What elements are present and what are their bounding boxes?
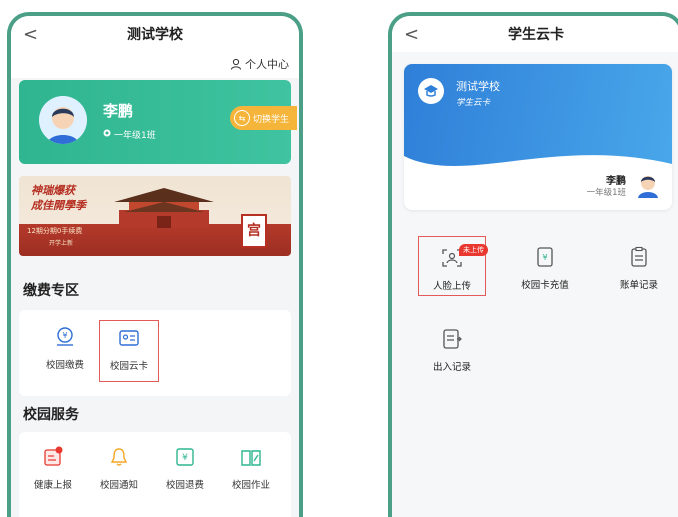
payment-icon: ¥ xyxy=(35,326,95,348)
personal-center-label: 个人中心 xyxy=(245,58,289,71)
payment-item-cloud-card[interactable]: 校园云卡 xyxy=(99,320,159,382)
banner-headline-2: 成佳開學季 xyxy=(31,199,86,212)
bill-icon xyxy=(604,246,674,268)
school-logo-icon xyxy=(418,78,444,104)
banner-sub-text: 开学上新 xyxy=(49,240,74,247)
student-card: 李鹏 一年级1班 ⇆ 切换学生 xyxy=(19,80,297,164)
person-icon xyxy=(230,58,242,70)
homework-book-icon xyxy=(221,446,281,468)
health-report-icon xyxy=(23,446,83,468)
student-name: 李鹏 xyxy=(103,102,134,120)
back-button[interactable]: < xyxy=(404,24,419,45)
id-card-icon xyxy=(100,327,158,349)
personal-center-link[interactable]: 个人中心 xyxy=(230,56,289,72)
page-title: 学生云卡 xyxy=(508,27,564,43)
payment-item-campus-fee[interactable]: ¥ 校园缴费 xyxy=(35,326,95,382)
class-badge-icon xyxy=(103,129,111,140)
action-face-upload[interactable]: 人脸上传 未上传 xyxy=(418,236,488,296)
nav-bar: < 学生云卡 xyxy=(392,16,678,52)
student-class: 一年级1班 xyxy=(103,128,156,141)
card-avatar xyxy=(634,170,662,198)
back-button[interactable]: < xyxy=(23,24,38,45)
service-card: 健康上报 校园通知 ¥ 校园退费 校园作业 xyxy=(19,432,291,517)
payment-item-label: 校园云卡 xyxy=(109,361,148,372)
recharge-icon: ¥ xyxy=(510,246,580,268)
action-label: 出入记录 xyxy=(432,362,471,373)
action-bill-records[interactable]: 账单记录 xyxy=(604,246,674,291)
not-uploaded-badge: 未上传 xyxy=(459,244,488,256)
card-student-class: 一年级1班 xyxy=(586,188,626,198)
banner-promo-text: 12期分期0手续费 xyxy=(27,227,83,235)
student-class-label: 一年级1班 xyxy=(114,131,156,141)
student-cloud-card: 测试学校 学生云卡 李鹏 一年级1班 xyxy=(404,64,672,210)
service-item-label: 校园退费 xyxy=(165,480,204,491)
svg-text:¥: ¥ xyxy=(542,253,547,262)
card-wave-decoration xyxy=(404,155,672,186)
switch-student-button[interactable]: ⇆ 切换学生 xyxy=(229,106,297,130)
card-student-name: 李鹏 xyxy=(606,176,626,187)
brand-stamp-icon: 宫 xyxy=(241,214,267,248)
service-item-health-report[interactable]: 健康上报 xyxy=(23,446,83,491)
action-access-records[interactable]: 出入记录 xyxy=(418,328,486,373)
svg-text:¥: ¥ xyxy=(182,453,188,463)
service-item-label: 校园作业 xyxy=(231,480,270,491)
page-title: 测试学校 xyxy=(127,27,183,43)
payment-section-title: 缴费专区 xyxy=(23,283,79,299)
access-record-icon xyxy=(418,328,486,350)
service-item-refund[interactable]: ¥ 校园退费 xyxy=(155,446,215,491)
payment-card: ¥ 校园缴费 校园云卡 xyxy=(19,310,291,396)
switch-icon: ⇆ xyxy=(233,110,250,126)
banner-headline-1: 神瑞爆获 xyxy=(31,184,75,197)
action-recharge[interactable]: ¥ 校园卡充值 xyxy=(510,246,580,291)
phone-cloud-card: < 学生云卡 测试学校 学生云卡 李鹏 一年级1班 人脸上传 未上传 ¥ 校园卡… xyxy=(388,12,678,517)
bell-icon xyxy=(89,446,149,468)
nav-bar: < 测试学校 xyxy=(11,16,299,52)
card-actions-grid: 人脸上传 未上传 ¥ 校园卡充值 账单记录 出入记录 xyxy=(404,222,672,517)
card-school-name: 测试学校 xyxy=(456,80,500,93)
payment-item-label: 校园缴费 xyxy=(45,360,84,371)
student-avatar xyxy=(39,96,87,144)
promo-banner[interactable]: 神瑞爆获 成佳開學季 12期分期0手续费 开学上新 宫 xyxy=(19,176,291,256)
switch-student-label: 切换学生 xyxy=(252,114,289,125)
action-label: 校园卡充值 xyxy=(521,280,569,291)
service-item-label: 校园通知 xyxy=(99,480,138,491)
action-label: 账单记录 xyxy=(619,280,658,291)
palace-illustration xyxy=(114,188,214,228)
service-item-label: 健康上报 xyxy=(33,480,72,491)
svg-text:¥: ¥ xyxy=(62,331,67,340)
phone-school-home: < 测试学校 个人中心 李鹏 一年级1班 ⇆ 切换学生 神瑞爆获 成佳開學季 1… xyxy=(7,12,303,517)
refund-icon: ¥ xyxy=(155,446,215,468)
service-section-title: 校园服务 xyxy=(23,407,79,423)
card-subtitle: 学生云卡 xyxy=(456,98,491,108)
service-item-notice[interactable]: 校园通知 xyxy=(89,446,149,491)
service-item-homework[interactable]: 校园作业 xyxy=(221,446,281,491)
profile-row: 个人中心 xyxy=(11,52,299,78)
action-label: 人脸上传 xyxy=(432,281,471,292)
